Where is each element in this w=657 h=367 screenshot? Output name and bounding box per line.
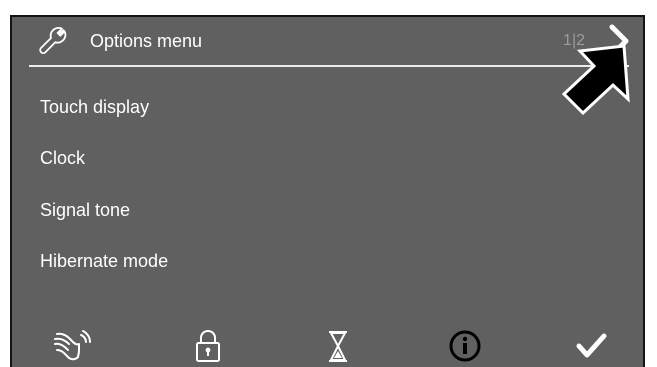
cleaning-hand-icon[interactable]: [52, 328, 92, 364]
display-screen: Options menu 1|2 Touch display Clock Sig…: [10, 15, 645, 367]
page-title: Options menu: [90, 31, 203, 51]
menu-item-hibernate-mode[interactable]: Hibernate mode: [40, 243, 520, 279]
header-bar: Options menu 1|2: [12, 17, 643, 67]
wrench-icon: [39, 27, 67, 54]
pointer-arrow-icon: [561, 44, 630, 115]
header-divider: [29, 65, 629, 67]
menu-item-signal-tone[interactable]: Signal tone: [40, 192, 520, 228]
menu-item-touch-display[interactable]: Touch display: [40, 89, 520, 125]
checkmark-icon[interactable]: [571, 328, 611, 364]
info-icon[interactable]: [445, 328, 485, 364]
menu-item-clock[interactable]: Clock: [40, 140, 520, 176]
lock-icon[interactable]: [188, 328, 228, 364]
hourglass-icon[interactable]: [318, 328, 358, 364]
